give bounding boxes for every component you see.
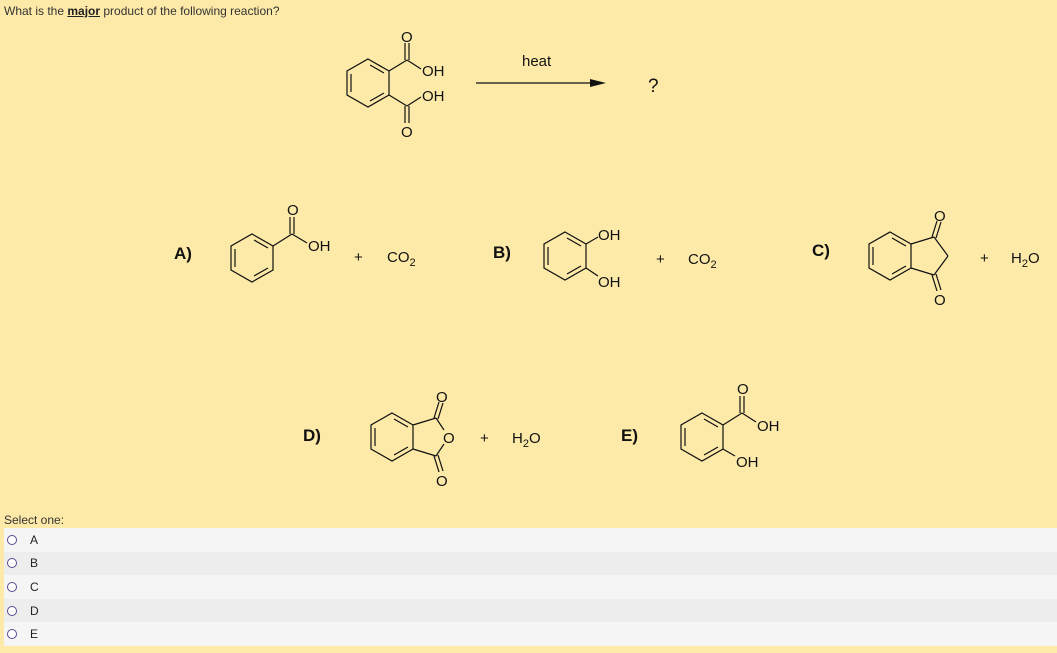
answer-e: E) O OH OH xyxy=(621,381,780,471)
option-label: B xyxy=(30,556,39,571)
answer-d: D) O O O + H2O xyxy=(303,389,541,490)
option-b[interactable]: B xyxy=(4,551,1057,576)
answer-b-oh-bottom: OH xyxy=(598,274,621,291)
select-one-prompt: Select one: xyxy=(4,513,65,527)
reaction-product-unknown: ? xyxy=(648,76,659,97)
answer-a-oh: OH xyxy=(308,238,331,255)
radio-button-icon[interactable] xyxy=(7,534,17,545)
answer-a: A) O OH + CO2 xyxy=(174,202,416,283)
answer-b-oh-top: OH xyxy=(598,227,621,244)
radio-button-icon[interactable] xyxy=(7,558,17,569)
reactant-oh-top: OH xyxy=(422,63,445,80)
answer-a-plus: + xyxy=(354,249,363,266)
answer-b-plus: + xyxy=(656,251,665,268)
option-c[interactable]: C xyxy=(4,575,1057,599)
option-e[interactable]: E xyxy=(4,622,1057,646)
radio-button-icon[interactable] xyxy=(7,629,17,640)
answer-d-o-bottom: O xyxy=(436,473,448,490)
answer-d-label: D) xyxy=(303,426,321,445)
reactant-o-bottom: O xyxy=(401,124,413,141)
answer-b: B) OH OH + CO2 xyxy=(493,227,717,291)
answer-c-o-bottom: O xyxy=(934,292,946,309)
radio-button-icon[interactable] xyxy=(7,581,17,592)
reactant-phthalic-acid: O OH OH O xyxy=(346,29,445,141)
option-label: D xyxy=(30,603,39,618)
answer-a-label: A) xyxy=(174,244,192,263)
answer-d-o-ring: O xyxy=(443,430,455,447)
answer-b-label: B) xyxy=(493,243,511,262)
answer-d-plus: + xyxy=(480,430,489,447)
answer-a-byproduct: CO2 xyxy=(387,249,416,269)
reaction-arrow xyxy=(476,79,606,87)
answer-c-label: C) xyxy=(812,241,830,260)
reactant-oh-bottom: OH xyxy=(422,88,445,105)
option-a[interactable]: A xyxy=(4,528,1057,552)
option-label: C xyxy=(30,579,39,594)
answer-e-o: O xyxy=(737,381,749,398)
reactant-o-top: O xyxy=(401,29,413,46)
answer-c-plus: + xyxy=(980,250,989,267)
answer-c-byproduct: H2O xyxy=(1011,250,1040,270)
option-d[interactable]: D xyxy=(4,598,1057,623)
answer-options: A B C D E xyxy=(4,528,1057,646)
reaction-condition: heat xyxy=(522,53,552,70)
answer-e-label: E) xyxy=(621,426,638,445)
radio-button-icon[interactable] xyxy=(7,605,17,616)
option-label: A xyxy=(30,532,39,547)
option-label: E xyxy=(30,627,39,642)
answer-d-byproduct: H2O xyxy=(512,430,541,450)
arrow-head-icon xyxy=(590,79,606,87)
reaction-scheme: O OH OH O heat ? A) O OH + CO2 B) OH OH xyxy=(174,29,1040,490)
answer-c-o-top: O xyxy=(934,208,946,225)
answer-c: C) O O + H2O xyxy=(812,208,1040,309)
answer-e-oh-phenol: OH xyxy=(736,454,759,471)
answer-a-o: O xyxy=(287,202,299,219)
answer-e-oh-acid: OH xyxy=(757,418,780,435)
answer-d-o-top: O xyxy=(436,389,448,406)
answer-b-byproduct: CO2 xyxy=(688,251,717,271)
